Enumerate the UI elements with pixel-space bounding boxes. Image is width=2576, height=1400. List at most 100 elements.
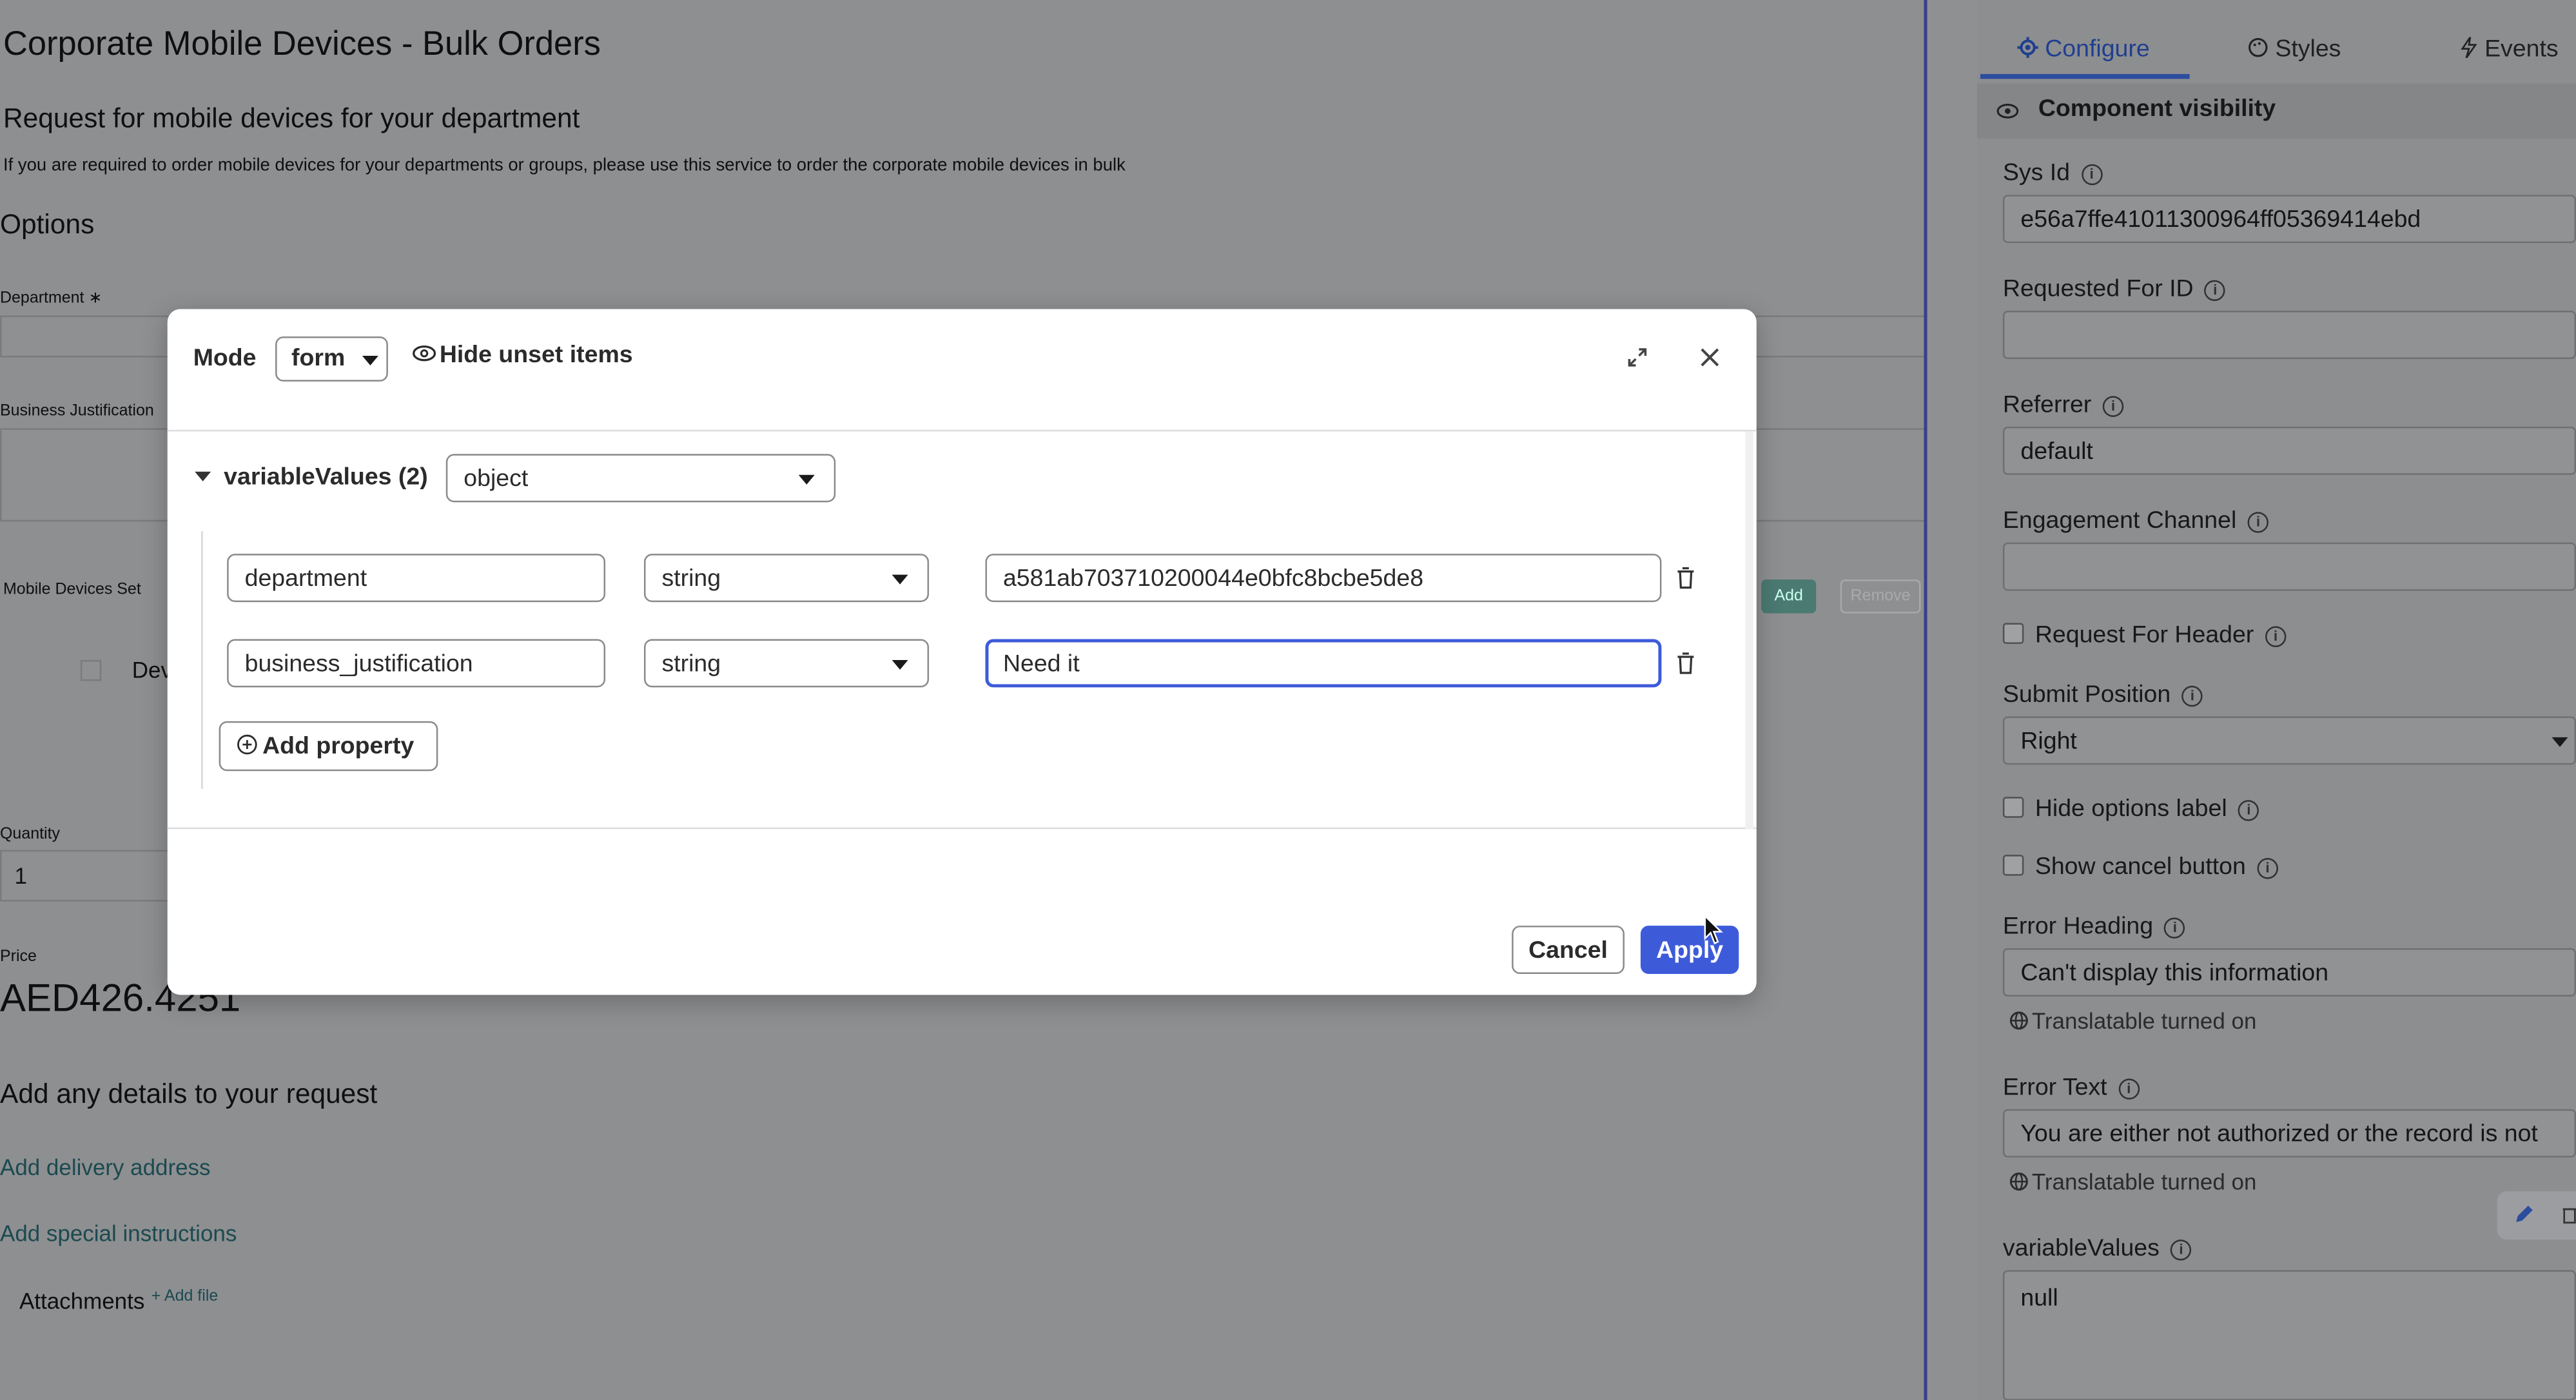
sys-id-label: Sys Id i: [2003, 159, 2102, 187]
page-title: Corporate Mobile Devices - Bulk Orders: [3, 25, 601, 63]
active-tab-indicator: [1980, 73, 2190, 79]
requested-for-label: Requested For ID i: [2003, 275, 2226, 303]
info-icon[interactable]: i: [2102, 396, 2124, 417]
trash-icon[interactable]: [1676, 652, 1695, 674]
form-subtitle: Request for mobile devices for your depa…: [3, 102, 580, 134]
form-description: If you are required to order mobile devi…: [3, 156, 1126, 176]
translatable-note: Translatable turned on: [2009, 1007, 2256, 1033]
variable-values-label: variableValues i: [2003, 1235, 2192, 1262]
tree-guide-line: [201, 531, 203, 789]
info-icon[interactable]: i: [2118, 1078, 2140, 1100]
tab-styles[interactable]: Styles: [2248, 35, 2341, 63]
property-value-input[interactable]: Need it: [985, 639, 1662, 688]
expand-icon[interactable]: [1625, 344, 1650, 370]
mode-label: Mode: [193, 344, 257, 372]
add-special-instructions-link[interactable]: Add special instructions: [0, 1220, 237, 1246]
mobile-devices-set-label: Mobile Devices Set: [3, 581, 141, 599]
info-icon[interactable]: i: [2247, 512, 2269, 533]
tab-events[interactable]: Events: [2460, 35, 2559, 63]
price-label: Price: [0, 948, 37, 966]
info-icon[interactable]: i: [2164, 917, 2186, 939]
tab-configure[interactable]: Configure: [2017, 35, 2150, 63]
chevron-down-icon: [362, 355, 378, 365]
eye-icon: [1996, 103, 2019, 119]
add-delivery-address-link[interactable]: Add delivery address: [0, 1154, 211, 1180]
info-icon[interactable]: i: [2171, 1240, 2192, 1261]
remove-row-button[interactable]: Remove: [1840, 579, 1921, 614]
property-key-input[interactable]: business_justification: [227, 639, 606, 688]
lightning-icon: [2461, 36, 2477, 59]
sys-id-input[interactable]: e56a7ffe41011300964ff05369414ebd: [2002, 195, 2576, 244]
requested-for-input[interactable]: [2002, 311, 2576, 359]
row-text: Dev: [132, 656, 172, 683]
details-heading: Add any details to your request: [0, 1078, 378, 1109]
error-heading-input[interactable]: Can't display this information: [2002, 948, 2576, 997]
cancel-button[interactable]: Cancel: [1512, 926, 1625, 974]
submit-position-select[interactable]: Right: [2002, 716, 2576, 765]
quantity-field[interactable]: 1: [0, 850, 177, 902]
modal-header: Mode form Hide unset items: [167, 309, 1757, 432]
property-key-input[interactable]: department: [227, 554, 606, 603]
request-for-header-label: Request For Header i: [2035, 621, 2287, 648]
add-property-button[interactable]: Add property: [219, 721, 438, 772]
info-icon[interactable]: i: [2081, 164, 2102, 186]
error-text-input[interactable]: You are either not authorized or the rec…: [2002, 1109, 2576, 1158]
modal-body: variableValues (2) object department str…: [167, 431, 1757, 830]
trash-icon[interactable]: [1676, 567, 1695, 589]
submit-position-label: Submit Position i: [2003, 681, 2203, 708]
chevron-down-icon: [892, 659, 908, 670]
globe-icon: [2009, 1011, 2028, 1030]
row-checkbox[interactable]: [80, 659, 102, 681]
property-type-select[interactable]: string: [644, 554, 930, 603]
variable-values-type-select[interactable]: object: [445, 454, 836, 503]
referrer-label: Referrer i: [2003, 391, 2124, 418]
business-justification-label: Business Justification: [0, 402, 154, 420]
field-actions-toolbar: [2497, 1191, 2576, 1240]
error-heading-label: Error Heading i: [2003, 913, 2186, 940]
panel-tabs: Configure Styles Events: [1977, 29, 2576, 77]
hide-options-label-checkbox[interactable]: [2002, 797, 2024, 818]
panel-divider: [1924, 0, 1927, 1400]
show-cancel-button-checkbox[interactable]: [2002, 855, 2024, 876]
info-icon[interactable]: i: [2238, 800, 2259, 821]
chevron-down-icon: [2552, 737, 2568, 747]
gear-icon: [2017, 37, 2038, 58]
info-icon[interactable]: i: [2205, 280, 2226, 302]
info-icon[interactable]: i: [2265, 626, 2287, 647]
hide-options-label-text: Hide options label i: [2035, 795, 2259, 822]
mouse-cursor-icon: [1704, 914, 1723, 945]
chevron-down-icon: [798, 474, 815, 485]
pencil-icon[interactable]: [2513, 1204, 2534, 1225]
close-icon[interactable]: [1697, 344, 1722, 370]
collapse-toggle-icon[interactable]: [195, 471, 211, 481]
info-icon[interactable]: i: [2257, 858, 2278, 879]
palette-icon: [2249, 37, 2268, 57]
info-icon[interactable]: i: [2181, 685, 2203, 707]
property-value-input[interactable]: a581ab703710200044e0bfc8bcbe5de8: [985, 554, 1662, 603]
mode-select[interactable]: form: [275, 336, 388, 382]
quantity-label: Quantity: [0, 826, 61, 844]
modal-scrollbar[interactable]: [1745, 431, 1753, 830]
translatable-note: Translatable turned on: [2009, 1169, 2256, 1194]
add-file-link[interactable]: + Add file: [151, 1288, 218, 1305]
department-label: Department ∗: [0, 289, 102, 308]
referrer-input[interactable]: default: [2002, 426, 2576, 475]
plus-circle-icon: [237, 734, 257, 755]
engagement-channel-input[interactable]: [2002, 542, 2576, 591]
quantity-value: 1: [14, 862, 27, 889]
object-editor-modal: Mode form Hide unset items variableValue…: [167, 309, 1757, 995]
hide-unset-items-button[interactable]: Hide unset items: [412, 341, 633, 369]
options-heading: Options: [0, 209, 95, 240]
attachments-label: Attachments: [19, 1288, 145, 1314]
trash-icon[interactable]: [2562, 1204, 2576, 1225]
config-panel: Configure Styles Events Component visibi…: [1976, 0, 2576, 1400]
eye-icon: [413, 345, 436, 362]
variable-values-input[interactable]: null: [2002, 1270, 2576, 1400]
engagement-channel-label: Engagement Channel i: [2003, 507, 2269, 534]
add-row-button[interactable]: Add: [1761, 579, 1817, 614]
error-text-label: Error Text i: [2003, 1074, 2140, 1101]
variable-values-heading: variableValues (2): [224, 463, 428, 491]
property-type-select[interactable]: string: [644, 639, 930, 688]
request-for-header-checkbox[interactable]: [2002, 623, 2024, 644]
component-visibility-section[interactable]: Component visibility: [1976, 83, 2576, 139]
